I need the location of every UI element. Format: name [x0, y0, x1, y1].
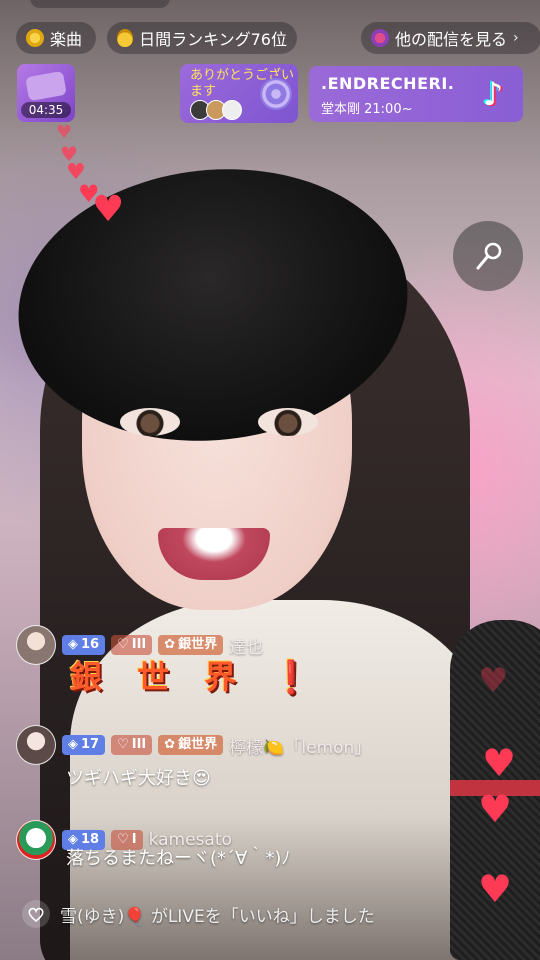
music-button[interactable]: 楽曲: [16, 22, 96, 54]
fan-club-badge: ✿ 銀世界: [158, 735, 224, 755]
treasure-timer: 04:35: [21, 102, 71, 118]
floating-heart-icon: ♥: [482, 741, 517, 785]
music-label: 楽曲: [50, 30, 83, 49]
microphone-button[interactable]: [453, 221, 523, 291]
flame-icon: [117, 29, 134, 47]
top-viewer-strip: [0, 0, 200, 10]
other-streams-button[interactable]: 他の配信を見る ›: [361, 22, 540, 54]
left-eye: [120, 408, 180, 436]
floating-heart-icon: ♥: [478, 787, 513, 831]
gift-icon: [25, 70, 67, 102]
like-notification: 雪(ゆき)🎈 がLIVEを「いいね」しました: [22, 900, 375, 928]
right-eye: [258, 408, 318, 436]
avatar[interactable]: [16, 625, 56, 665]
floating-heart-icon: ♥: [478, 867, 513, 911]
ranking-label: 日間ランキング76位: [139, 30, 287, 49]
event-schedule: 堂本剛 21:00~: [321, 102, 413, 117]
treasure-box[interactable]: 04:35: [17, 64, 75, 122]
avatar[interactable]: [16, 820, 56, 860]
supporter-avatar: [222, 100, 242, 120]
target-badge-icon: [260, 78, 292, 110]
level-badge: ◈ 17: [62, 735, 106, 755]
microphone-icon: [476, 242, 502, 270]
avatar[interactable]: [16, 725, 56, 765]
event-banner[interactable]: .ENDRECHERI. 堂本剛 21:00~ ♪: [309, 66, 523, 122]
chat-message-text: ツギハギ大好き😍: [66, 768, 211, 789]
like-notification-text: 雪(ゆき)🎈 がLIVEを「いいね」しました: [60, 906, 375, 927]
floating-heart-icon: ♥: [56, 122, 73, 143]
event-title: .ENDRECHERI.: [321, 74, 455, 93]
gem-icon: [371, 29, 389, 47]
chat-message-text: 銀 世 界 ❗: [70, 658, 324, 696]
fan-badge: ♡ III: [111, 735, 153, 755]
chevron-right-icon: ›: [513, 30, 519, 46]
live-video: [0, 0, 540, 960]
music-disc-icon: [26, 29, 44, 47]
tiktok-logo-icon: ♪: [482, 75, 504, 113]
floating-heart-icon: ♥: [478, 661, 509, 701]
thanks-banner[interactable]: ありがとうございます: [180, 64, 298, 123]
daily-ranking-button[interactable]: 日間ランキング76位: [107, 22, 297, 54]
heart-outline-icon: [22, 900, 50, 928]
chat-message-text: 落ちるまたねーヾ(*´∀｀*)ﾉ: [66, 848, 291, 869]
floating-heart-icon: ♥: [92, 189, 125, 230]
chat-message[interactable]: ◈ 17 ♡ III ✿ 銀世界 檸檬🍋「lemon」: [16, 725, 371, 765]
chat-username[interactable]: 檸檬🍋「lemon」: [229, 733, 371, 758]
other-streams-label: 他の配信を見る: [395, 30, 508, 49]
